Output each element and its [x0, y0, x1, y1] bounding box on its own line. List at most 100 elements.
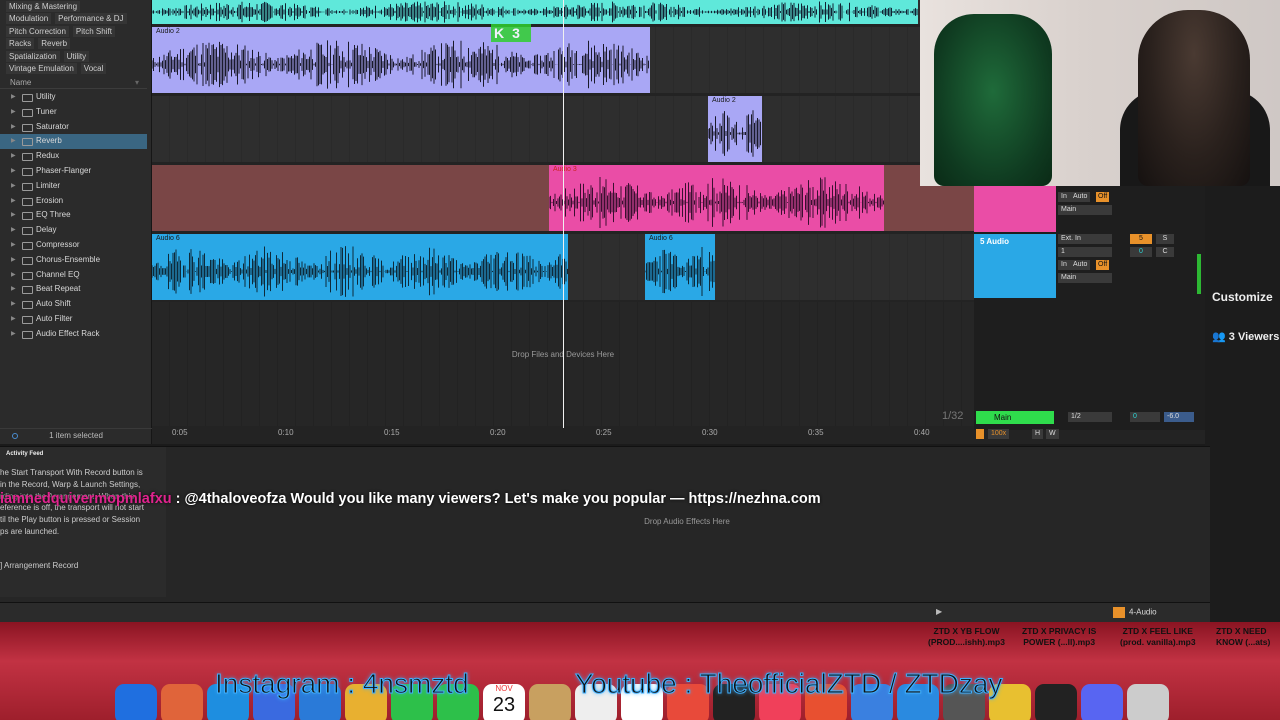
clip-label: Audio 6 [156, 235, 180, 242]
play-icon[interactable]: ▶ [936, 607, 942, 616]
tag-vintage-emulation[interactable]: Vintage Emulation [6, 63, 77, 75]
browser-folder[interactable]: ▶ Chorus-Ensemble [0, 253, 147, 268]
expand-icon[interactable]: ▶ [11, 164, 16, 179]
expand-icon[interactable]: ▶ [11, 105, 16, 120]
zoom-level[interactable]: 100x [988, 429, 1010, 439]
tag-pitch-shift[interactable]: Pitch Shift [72, 25, 115, 37]
notes-icon[interactable] [529, 684, 571, 720]
expand-icon[interactable]: ▶ [11, 179, 16, 194]
tag-mixing-mastering[interactable]: Mixing & Mastering [6, 0, 81, 12]
status-bar: ▶ 4-Audio [0, 602, 1210, 622]
expand-icon[interactable]: ▶ [11, 208, 16, 223]
desktop-file[interactable]: ZTD X NEED KNOW (...ats) [1216, 626, 1270, 648]
name-column-header[interactable]: Name ▾ [0, 77, 147, 89]
clip-audio2-a[interactable]: Audio 2 [152, 27, 650, 93]
tag-racks[interactable]: Racks [6, 38, 35, 50]
folder-list: ▶ Utility ▶ Tuner ▶ Saturator ▶ Reverb ▶ Redux ▶ Ph… [0, 90, 147, 342]
customize-button[interactable]: Customize [1212, 290, 1273, 304]
tag-pitch-correction[interactable]: Pitch Correction [6, 25, 69, 37]
browser-folder[interactable]: ▶ Channel EQ [0, 268, 147, 283]
track-5-input-monitor[interactable]: In [1058, 260, 1070, 270]
browser-folder[interactable]: ▶ Delay [0, 223, 147, 238]
tag-spatialization[interactable]: Spatialization [6, 50, 60, 62]
track-5-activator[interactable]: 5 [1130, 234, 1152, 244]
browser-folder[interactable]: ▶ Limiter [0, 179, 147, 194]
selection-count: 1 item selected [49, 431, 103, 440]
expand-icon[interactable]: ▶ [11, 149, 16, 164]
expand-icon[interactable]: ▶ [11, 120, 16, 135]
main-volume[interactable]: 0 [1130, 412, 1160, 422]
track-5-auto[interactable]: Auto [1070, 260, 1091, 270]
browser-folder[interactable]: ▶ Phaser-Flanger [0, 164, 147, 179]
h-toggle[interactable]: H [1032, 429, 1044, 439]
expand-icon[interactable]: ▶ [11, 268, 16, 283]
folder-label: Auto Shift [36, 299, 71, 309]
obs-icon[interactable] [1035, 684, 1077, 720]
grid-ratio[interactable]: 1/32 [942, 410, 963, 422]
expand-icon[interactable]: ▶ [11, 327, 16, 342]
browser-folder[interactable]: ▶ Reverb [0, 134, 147, 150]
time-ruler[interactable]: 0:05 0:10 0:15 0:20 0:25 0:30 0:35 0:40 [152, 426, 974, 440]
desktop-file[interactable]: ZTD X YB FLOW (PROD....ishh).mp3 [928, 626, 1005, 648]
track-5-header[interactable]: 5 Audio [974, 234, 1056, 298]
ruler-tick: 0:20 [490, 428, 506, 437]
tag-reverb[interactable]: Reverb [38, 38, 71, 50]
browser-folder[interactable]: ▶ Saturator [0, 120, 147, 135]
clip-audio2-b[interactable]: Audio 2 [708, 96, 762, 162]
track-5-pan[interactable]: C [1156, 247, 1174, 257]
browser-folder[interactable]: ▶ EQ Three [0, 208, 147, 223]
expand-icon[interactable]: ▶ [11, 312, 16, 327]
launchpad-icon[interactable] [161, 684, 203, 720]
track-3-input-monitor[interactable]: In [1058, 192, 1070, 202]
browser-folder[interactable]: ▶ Beat Repeat [0, 282, 147, 297]
selected-track-name[interactable]: 4-Audio [1113, 607, 1157, 618]
folder-label: Erosion [36, 195, 64, 205]
track-5-solo[interactable]: S [1156, 234, 1174, 244]
finder-icon[interactable] [115, 684, 157, 720]
expand-icon[interactable]: ▶ [11, 297, 16, 312]
clip-audio6-b[interactable]: Audio 6 [645, 234, 715, 300]
playhead[interactable] [563, 0, 564, 428]
expand-icon[interactable]: ▶ [11, 134, 16, 149]
tag-vocal[interactable]: Vocal [80, 63, 107, 75]
main-track-header[interactable]: Main [976, 411, 1054, 424]
expand-icon[interactable]: ▶ [11, 90, 16, 105]
track-3-header[interactable] [974, 186, 1056, 232]
desktop-file[interactable]: ZTD X PRIVACY IS POWER (...ll).mp3 [1022, 626, 1096, 648]
clip-audio1[interactable] [152, 0, 918, 24]
clip-audio6-a[interactable]: Audio 6 [152, 234, 568, 300]
w-toggle[interactable]: W [1046, 429, 1059, 439]
expand-icon[interactable]: ▶ [11, 223, 16, 238]
track-5-output[interactable]: Main [1058, 273, 1112, 283]
browser-folder[interactable]: ▶ Compressor [0, 238, 147, 253]
browser-folder[interactable]: ▶ Tuner [0, 105, 147, 120]
browser-folder[interactable]: ▶ Redux [0, 149, 147, 164]
tag-modulation[interactable]: Modulation [6, 13, 52, 25]
track-5-volume[interactable]: 0 [1130, 247, 1152, 257]
main-db[interactable]: -6.0 [1164, 412, 1194, 422]
track-3-output[interactable]: Main [1058, 205, 1112, 215]
tag-performance-dj[interactable]: Performance & DJ [55, 13, 127, 25]
expand-icon[interactable]: ▶ [11, 194, 16, 209]
key-label: K [494, 25, 505, 41]
desktop-file[interactable]: ZTD X FEEL LIKE (prod. vanilla).mp3 [1120, 626, 1196, 648]
track-3-off[interactable]: Off [1096, 192, 1110, 202]
expand-icon[interactable]: ▶ [11, 238, 16, 253]
browser-folder[interactable]: ▶ Erosion [0, 194, 147, 209]
track-5-input[interactable]: Ext. In [1058, 234, 1112, 244]
track-5-channel[interactable]: 1 [1058, 247, 1112, 257]
calendar-icon[interactable]: NOV 23 [483, 684, 525, 720]
expand-icon[interactable]: ▶ [11, 282, 16, 297]
browser-folder[interactable]: ▶ Audio Effect Rack [0, 327, 147, 342]
track-3-auto[interactable]: Auto [1070, 192, 1091, 202]
main-ratio[interactable]: 1/2 [1068, 412, 1112, 422]
other-icon[interactable] [1127, 684, 1169, 720]
tag-utility[interactable]: Utility [63, 50, 90, 62]
discord-icon[interactable] [1081, 684, 1123, 720]
browser-folder[interactable]: ▶ Utility [0, 90, 147, 105]
track-5-off[interactable]: Off [1096, 260, 1110, 270]
browser-folder[interactable]: ▶ Auto Filter [0, 312, 147, 327]
expand-icon[interactable]: ▶ [11, 253, 16, 268]
browser-folder[interactable]: ▶ Auto Shift [0, 297, 147, 312]
clip-audio3[interactable]: Audio 3 [549, 165, 884, 231]
